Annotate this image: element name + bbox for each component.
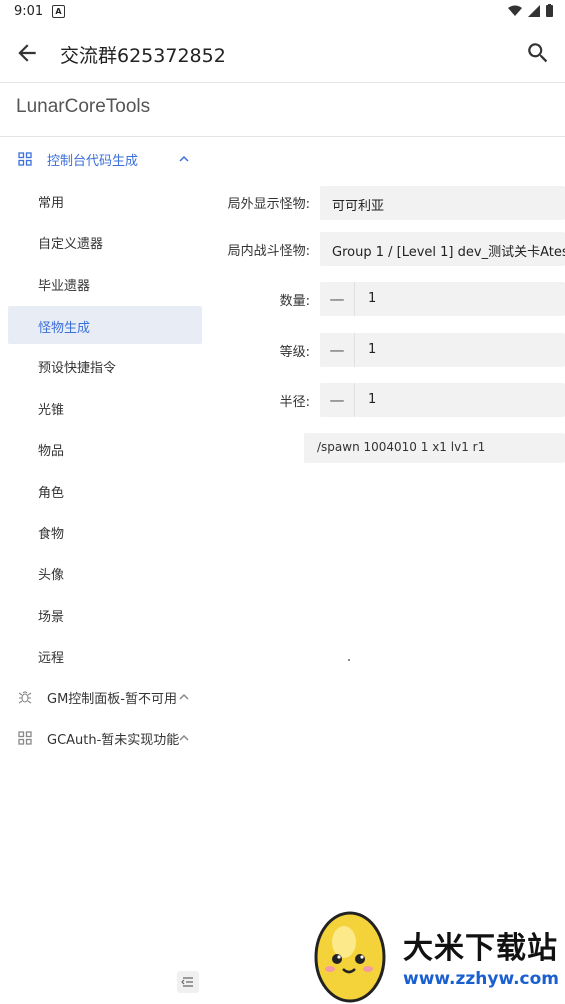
nav-item-items[interactable]: 物品 — [8, 429, 202, 467]
app-title: 交流群625372852 — [60, 45, 226, 67]
nav-item-light-cone[interactable]: 光锥 — [8, 388, 202, 426]
battle-monster-label: 局内战斗怪物: — [227, 244, 310, 259]
collapse-sidebar-button[interactable] — [177, 971, 199, 993]
chevron-up-icon — [179, 734, 189, 741]
nav-item-label: 场景 — [38, 610, 65, 625]
nav-item-label: 头像 — [38, 568, 65, 583]
dot — [348, 659, 350, 661]
watermark-url: www.zzhyw.com — [403, 969, 560, 989]
battery-icon — [546, 4, 553, 17]
nav-item-label: 物品 — [38, 444, 65, 459]
nav-item-label: 预设快捷指令 — [38, 361, 117, 376]
command-output[interactable]: /spawn 1004010 1 x1 lv1 r1 — [304, 433, 565, 463]
level-stepper[interactable]: — 1 — [320, 333, 565, 367]
notification-icon: A — [52, 5, 65, 18]
watermark: 大米下载站 www.zzhyw.com — [300, 905, 565, 1004]
count-stepper[interactable]: — 1 — [320, 282, 565, 316]
grid-icon — [18, 152, 32, 166]
watermark-title: 大米下载站 — [403, 931, 558, 966]
radius-stepper[interactable]: — 1 — [320, 383, 565, 417]
grid-icon — [18, 731, 32, 745]
nav-item-label: 光锥 — [38, 403, 65, 418]
outside-monster-select[interactable]: 可可利亚 — [320, 186, 565, 220]
nav-section-gcauth[interactable]: GCAuth-暂未实现功能 — [0, 718, 205, 758]
chevron-up-icon — [179, 155, 189, 162]
nav-item-food[interactable]: 食物 — [8, 512, 202, 550]
nav-item-remote[interactable]: 远程 — [8, 636, 202, 674]
search-icon[interactable] — [525, 40, 551, 66]
nav-section-gm[interactable]: GM控制面板-暂不可用 — [0, 677, 205, 717]
nav-item-preset-commands[interactable]: 预设快捷指令 — [8, 346, 202, 384]
status-bar: 9:01 A — [0, 0, 565, 24]
outside-monster-label: 局外显示怪物: — [227, 197, 310, 212]
radius-value[interactable]: 1 — [368, 392, 376, 407]
nav-item-custom-relic[interactable]: 自定义遗器 — [8, 222, 202, 260]
nav-item-avatar[interactable]: 头像 — [8, 553, 202, 591]
level-label: 等级: — [279, 345, 310, 360]
wifi-icon — [508, 5, 522, 16]
menu-collapse-icon — [181, 977, 193, 987]
rice-mascot-logo — [314, 911, 386, 1003]
status-time: 9:01 — [14, 4, 44, 19]
decrement-button[interactable]: — — [320, 282, 355, 316]
nav-section-label: GM控制面板-暂不可用 — [47, 691, 177, 707]
nav-item-label: 常用 — [38, 196, 65, 211]
nav-section-label: 控制台代码生成 — [47, 153, 139, 169]
count-value[interactable]: 1 — [368, 291, 376, 306]
nav-item-characters[interactable]: 角色 — [8, 471, 202, 509]
nav-item-label: 远程 — [38, 651, 65, 666]
nav-section-label: GCAuth-暂未实现功能 — [47, 732, 180, 748]
nav-item-graduation-relic[interactable]: 毕业遗器 — [8, 264, 202, 302]
signal-icon — [528, 4, 540, 17]
nav-item-label: 毕业遗器 — [38, 279, 91, 294]
battle-monster-select[interactable]: Group 1 / [Level 1] dev_测试关卡AtestLe — [320, 232, 565, 266]
battle-monster-value: Group 1 / [Level 1] dev_测试关卡AtestLe — [332, 245, 565, 260]
nav-item-label: 自定义遗器 — [38, 237, 104, 252]
outside-monster-value: 可可利亚 — [332, 199, 385, 214]
command-text: /spawn 1004010 1 x1 lv1 r1 — [317, 440, 486, 454]
nav-item-label: 食物 — [38, 527, 65, 542]
app-bar: 交流群625372852 — [0, 24, 565, 83]
chevron-up-icon — [179, 693, 189, 700]
count-label: 数量: — [279, 294, 310, 309]
nav-section-console[interactable]: 控制台代码生成 — [0, 139, 205, 179]
nav-item-label: 怪物生成 — [38, 321, 91, 336]
nav-item-monster-spawn[interactable]: 怪物生成 — [8, 306, 202, 344]
bug-icon — [18, 691, 32, 704]
decrement-button[interactable]: — — [320, 333, 355, 367]
radius-label: 半径: — [279, 395, 310, 410]
nav-item-scene[interactable]: 场景 — [8, 595, 202, 633]
decrement-button[interactable]: — — [320, 383, 355, 417]
nav-item-common[interactable]: 常用 — [8, 181, 202, 219]
nav-item-label: 角色 — [38, 486, 65, 501]
brand-title: LunarCoreTools — [16, 96, 151, 117]
arrow-left-icon[interactable] — [14, 40, 40, 66]
divider — [0, 136, 565, 137]
level-value[interactable]: 1 — [368, 342, 376, 357]
